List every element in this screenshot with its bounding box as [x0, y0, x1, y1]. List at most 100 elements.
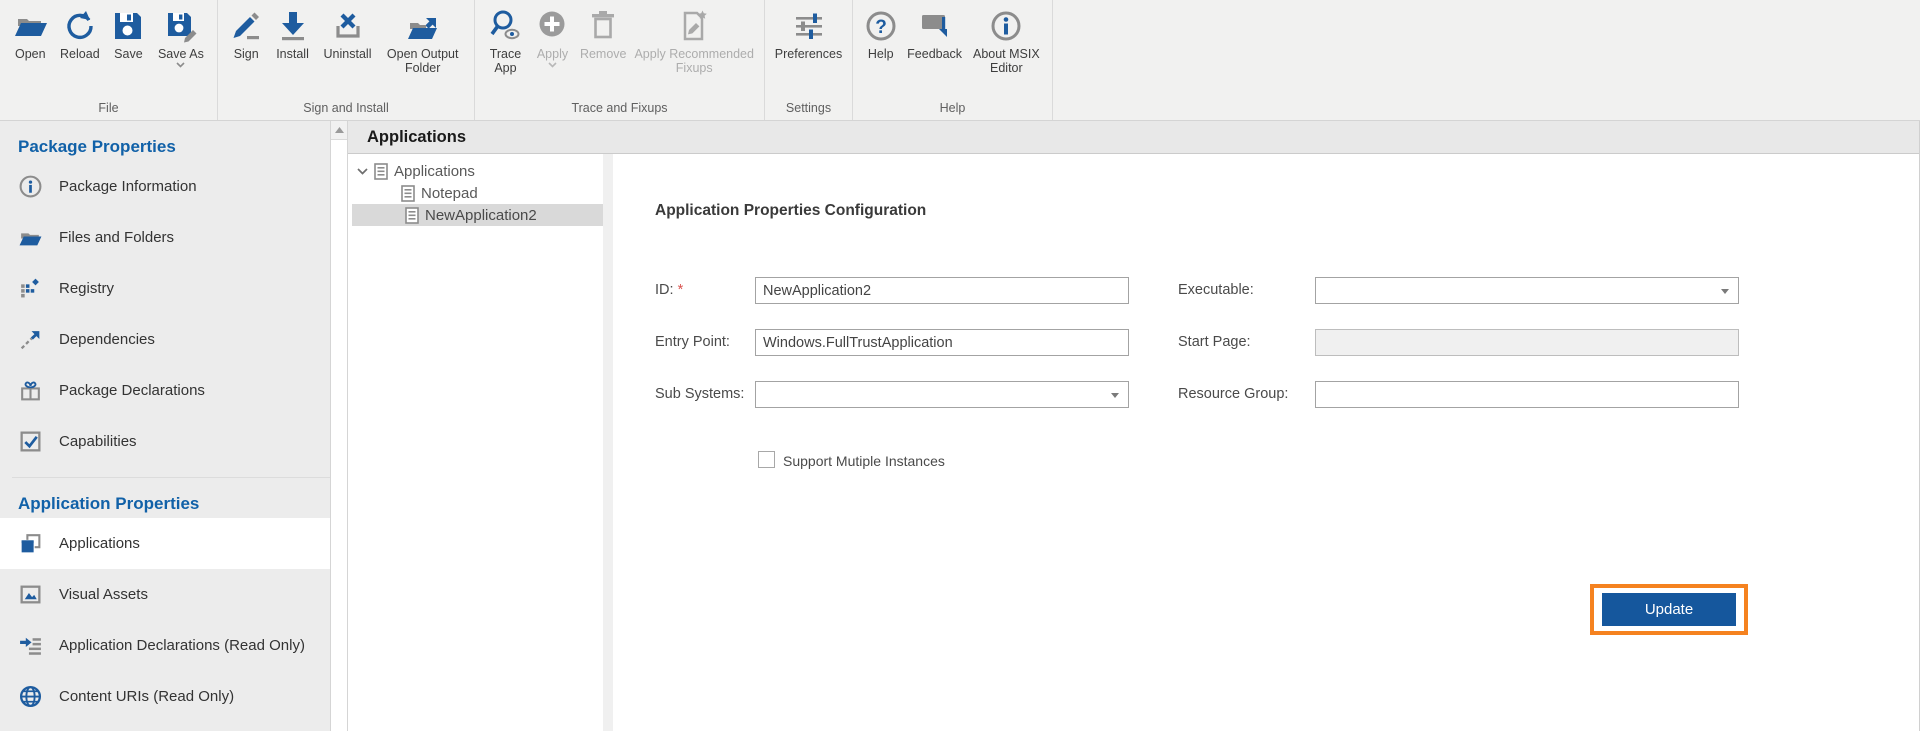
- recommended-fixups-icon: [677, 9, 711, 43]
- ribbon-group-settings: Preferences Settings: [765, 0, 853, 120]
- support-multiple-instances-label: Support Mutiple Instances: [783, 453, 945, 469]
- msix-editor-window: Open Reload Save Save As File: [0, 0, 1920, 731]
- about-info-icon: [989, 9, 1023, 43]
- save-icon: [111, 9, 145, 43]
- uninstall-button[interactable]: Uninstall: [319, 7, 377, 61]
- save-button[interactable]: Save: [107, 7, 150, 61]
- open-folder-icon: [13, 9, 47, 43]
- sidebar-scrollbar[interactable]: [330, 121, 348, 731]
- install-arrow-icon: [276, 9, 310, 43]
- chevron-down-icon: [548, 62, 557, 68]
- update-button-highlight: Update: [1590, 584, 1748, 635]
- ribbon-group-label-sign-and-install: Sign and Install: [218, 101, 474, 120]
- about-msix-editor-button[interactable]: About MSIX Editor: [969, 7, 1044, 75]
- main-panel-title: Applications: [367, 128, 466, 147]
- scroll-up-button[interactable]: [331, 121, 347, 140]
- app-declarations-icon: [18, 633, 43, 658]
- reload-icon: [63, 9, 97, 43]
- dropdown-arrow-icon: [1111, 393, 1119, 398]
- document-icon: [405, 207, 419, 224]
- id-input[interactable]: [755, 277, 1129, 304]
- sidebar-item-package-information[interactable]: Package Information: [0, 161, 330, 212]
- resource-group-label: Resource Group:: [1178, 381, 1288, 408]
- open-output-folder-icon: [406, 9, 440, 43]
- support-multiple-instances-checkbox[interactable]: [758, 451, 775, 468]
- ribbon-group-trace-and-fixups: Trace App Apply Remove Apply Recommended…: [475, 0, 765, 120]
- document-icon: [374, 163, 388, 180]
- sidebar-item-files-and-folders[interactable]: Files and Folders: [0, 212, 330, 263]
- remove-trash-icon: [586, 9, 620, 43]
- apply-plus-icon: [535, 9, 569, 43]
- sidebar-item-dependencies[interactable]: Dependencies: [0, 314, 330, 365]
- uninstall-icon: [331, 9, 365, 43]
- sidebar-item-package-declarations[interactable]: Package Declarations: [0, 365, 330, 416]
- sidebar-divider: [12, 477, 330, 478]
- preferences-sliders-icon: [792, 9, 826, 43]
- sub-systems-combobox[interactable]: [755, 381, 1129, 408]
- feedback-icon: [918, 9, 952, 43]
- sidebar-item-content-uris[interactable]: Content URIs (Read Only): [0, 671, 330, 722]
- start-page-label: Start Page:: [1178, 329, 1251, 356]
- reload-button[interactable]: Reload: [56, 7, 104, 61]
- apply-recommended-fixups-button: Apply Recommended Fixups: [632, 7, 756, 75]
- sub-systems-label: Sub Systems:: [655, 381, 744, 408]
- capabilities-icon: [18, 429, 43, 454]
- tree-item-label: NewApplication2: [425, 207, 537, 224]
- resource-group-input[interactable]: [1315, 381, 1739, 408]
- preferences-button[interactable]: Preferences: [773, 7, 844, 61]
- executable-combobox[interactable]: [1315, 277, 1739, 304]
- help-button[interactable]: ? Help: [861, 7, 901, 61]
- globe-icon: [18, 684, 43, 709]
- ribbon-group-label-settings: Settings: [765, 101, 852, 120]
- tree-item-applications-root[interactable]: Applications: [348, 160, 603, 182]
- applications-icon: [18, 531, 43, 556]
- applications-tree: Applications Notepad NewApplication2: [348, 154, 603, 731]
- required-asterisk: *: [678, 282, 684, 298]
- info-icon: [18, 174, 43, 199]
- install-button[interactable]: Install: [269, 7, 315, 61]
- ribbon-group-label-help: Help: [853, 101, 1052, 120]
- trace-app-button[interactable]: Trace App: [483, 7, 528, 75]
- chevron-down-icon: [176, 62, 185, 68]
- ribbon-group-file: Open Reload Save Save As File: [0, 0, 218, 120]
- main-panel-header: Applications: [348, 121, 1919, 154]
- tree-item-newapplication2[interactable]: NewApplication2: [352, 204, 603, 226]
- dropdown-arrow-icon: [1721, 289, 1729, 294]
- id-label: ID: *: [655, 277, 683, 304]
- help-icon: ?: [864, 9, 898, 43]
- sidebar-item-registry[interactable]: Registry: [0, 263, 330, 314]
- navigation-sidebar: Package Properties Package Information F…: [0, 121, 330, 731]
- feedback-button[interactable]: Feedback: [904, 7, 966, 61]
- sidebar-item-application-declarations[interactable]: Application Declarations (Read Only): [0, 620, 330, 671]
- trace-app-icon: [488, 9, 522, 43]
- application-properties-form: Application Properties Configuration ID:…: [613, 154, 1919, 731]
- ribbon-group-label-trace-and-fixups: Trace and Fixups: [475, 101, 764, 120]
- ribbon-group-help: ? Help Feedback About MSIX Editor Help: [853, 0, 1053, 120]
- sidebar-section-title-application-properties: Application Properties: [18, 494, 330, 514]
- start-page-input: [1315, 329, 1739, 356]
- entry-point-input[interactable]: [755, 329, 1129, 356]
- open-output-folder-button[interactable]: Open Output Folder: [379, 7, 466, 75]
- visual-assets-icon: [18, 582, 43, 607]
- chevron-down-icon: [357, 168, 368, 175]
- registry-icon: [18, 276, 43, 301]
- panel-splitter[interactable]: [603, 154, 613, 731]
- package-declarations-icon: [18, 378, 43, 403]
- save-as-button[interactable]: Save As: [153, 7, 209, 68]
- sidebar-section-title-package-properties: Package Properties: [18, 137, 330, 157]
- ribbon-group-sign-and-install: Sign Install Uninstall Open Output Folde…: [218, 0, 475, 120]
- sidebar-item-capabilities[interactable]: Capabilities: [0, 416, 330, 467]
- sidebar-item-visual-assets[interactable]: Visual Assets: [0, 569, 330, 620]
- open-button[interactable]: Open: [8, 7, 53, 61]
- tree-item-label: Applications: [394, 163, 475, 180]
- sidebar-item-applications[interactable]: Applications: [0, 518, 330, 569]
- ribbon-group-label-file: File: [0, 101, 217, 120]
- dependencies-icon: [18, 327, 43, 352]
- sign-button[interactable]: Sign: [226, 7, 266, 61]
- sign-pencil-icon: [229, 9, 263, 43]
- folder-icon: [18, 225, 43, 250]
- save-as-icon: [164, 9, 198, 43]
- ribbon-toolbar: Open Reload Save Save As File: [0, 0, 1920, 121]
- tree-item-notepad[interactable]: Notepad: [348, 182, 603, 204]
- update-button[interactable]: Update: [1602, 593, 1736, 626]
